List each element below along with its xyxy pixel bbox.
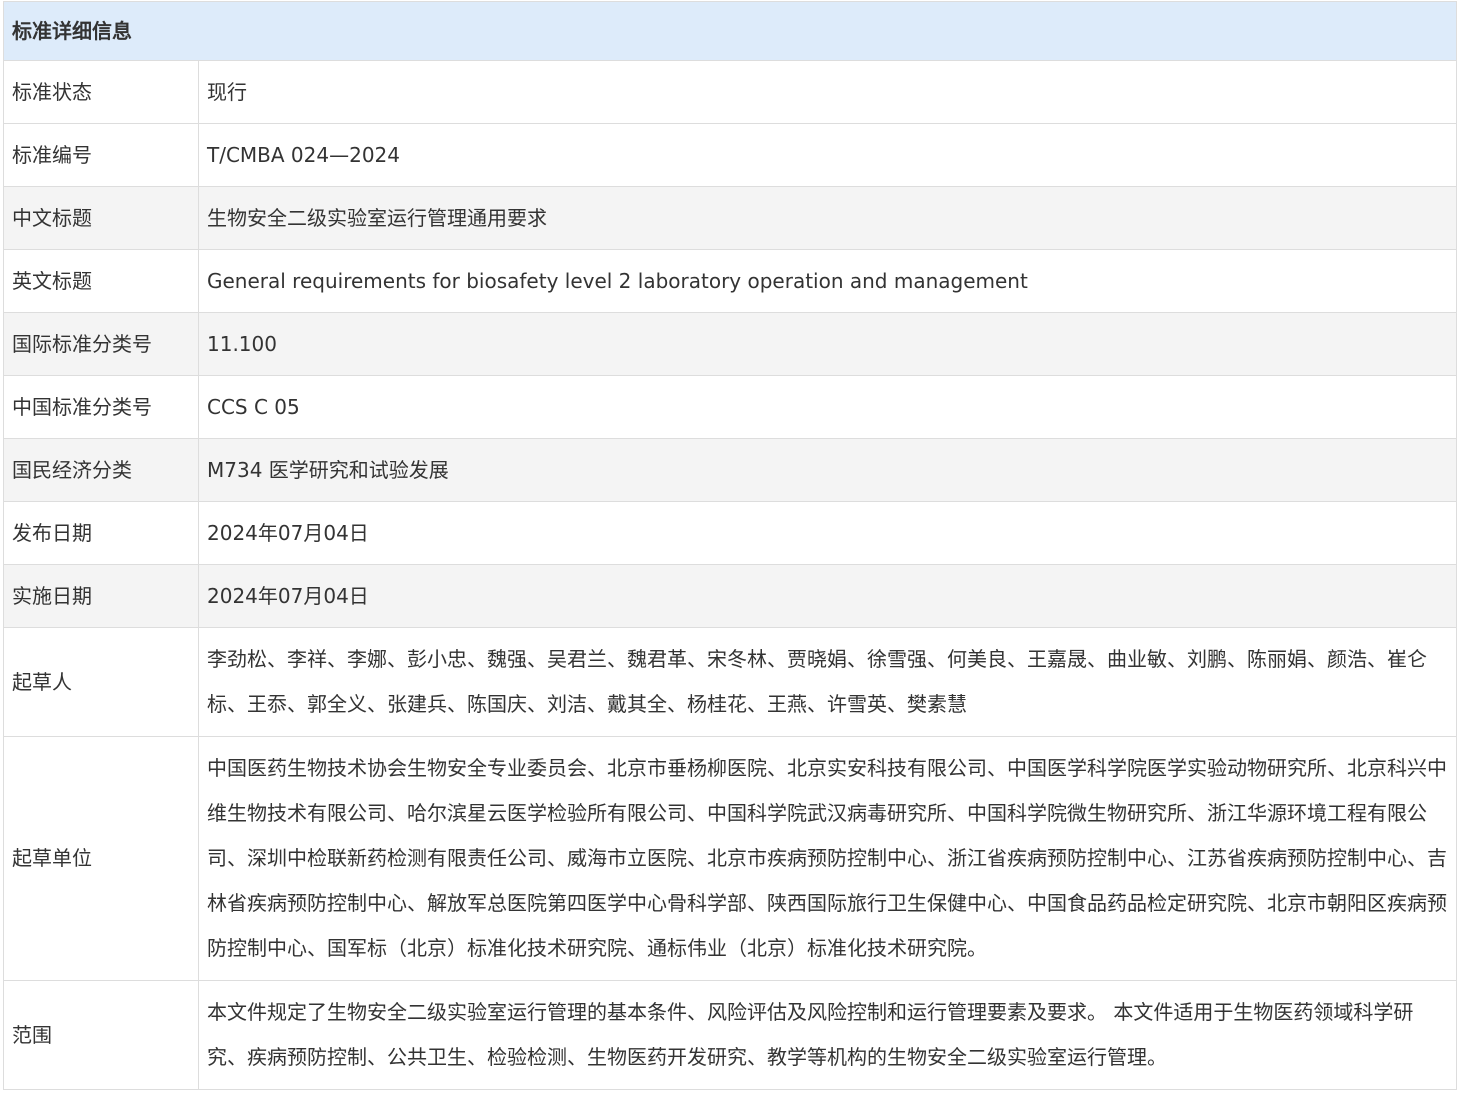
row-label: 中国标准分类号 [3,375,199,439]
table-row-drafters: 起草人 李劲松、李祥、李娜、彭小忠、魏强、吴君兰、魏君革、宋冬林、贾晓娟、徐雪强… [3,627,1457,737]
row-label: 起草单位 [3,736,199,981]
row-label: 起草人 [3,627,199,737]
row-value: 现行 [198,60,1457,124]
table-row-ccs: 中国标准分类号 CCS C 05 [3,375,1457,439]
table-row-publish-date: 发布日期 2024年07月04日 [3,501,1457,565]
row-label: 中文标题 [3,186,199,250]
table-header-row: 标准详细信息 [3,1,1457,61]
row-label: 国民经济分类 [3,438,199,502]
table-row-economic-classification: 国民经济分类 M734 医学研究和试验发展 [3,438,1457,502]
row-label: 范围 [3,980,199,1090]
row-value: 生物安全二级实验室运行管理通用要求 [198,186,1457,250]
table-row-status: 标准状态 现行 [3,60,1457,124]
row-label: 实施日期 [3,564,199,628]
row-value: 李劲松、李祥、李娜、彭小忠、魏强、吴君兰、魏君革、宋冬林、贾晓娟、徐雪强、何美良… [198,627,1457,737]
row-label: 标准编号 [3,123,199,187]
table-row-implement-date: 实施日期 2024年07月04日 [3,564,1457,628]
row-value: 本文件规定了生物安全二级实验室运行管理的基本条件、风险评估及风险控制和运行管理要… [198,980,1457,1090]
table-title: 标准详细信息 [3,1,1457,61]
row-label: 发布日期 [3,501,199,565]
standard-detail-table: 标准详细信息 标准状态 现行 标准编号 T/CMBA 024—2024 中文标题… [3,1,1457,1090]
row-value: 11.100 [198,312,1457,376]
row-value: T/CMBA 024—2024 [198,123,1457,187]
table-row-scope: 范围 本文件规定了生物安全二级实验室运行管理的基本条件、风险评估及风险控制和运行… [3,980,1457,1090]
row-value: 2024年07月04日 [198,564,1457,628]
row-label: 国际标准分类号 [3,312,199,376]
row-label: 标准状态 [3,60,199,124]
table-row-ics: 国际标准分类号 11.100 [3,312,1457,376]
table-row-drafting-units: 起草单位 中国医药生物技术协会生物安全专业委员会、北京市垂杨柳医院、北京实安科技… [3,736,1457,981]
row-value: 中国医药生物技术协会生物安全专业委员会、北京市垂杨柳医院、北京实安科技有限公司、… [198,736,1457,981]
table-row-chinese-title: 中文标题 生物安全二级实验室运行管理通用要求 [3,186,1457,250]
row-value: CCS C 05 [198,375,1457,439]
row-label: 英文标题 [3,249,199,313]
table-row-english-title: 英文标题 General requirements for biosafety … [3,249,1457,313]
row-value: 2024年07月04日 [198,501,1457,565]
table-row-standard-number: 标准编号 T/CMBA 024—2024 [3,123,1457,187]
row-value: General requirements for biosafety level… [198,249,1457,313]
row-value: M734 医学研究和试验发展 [198,438,1457,502]
